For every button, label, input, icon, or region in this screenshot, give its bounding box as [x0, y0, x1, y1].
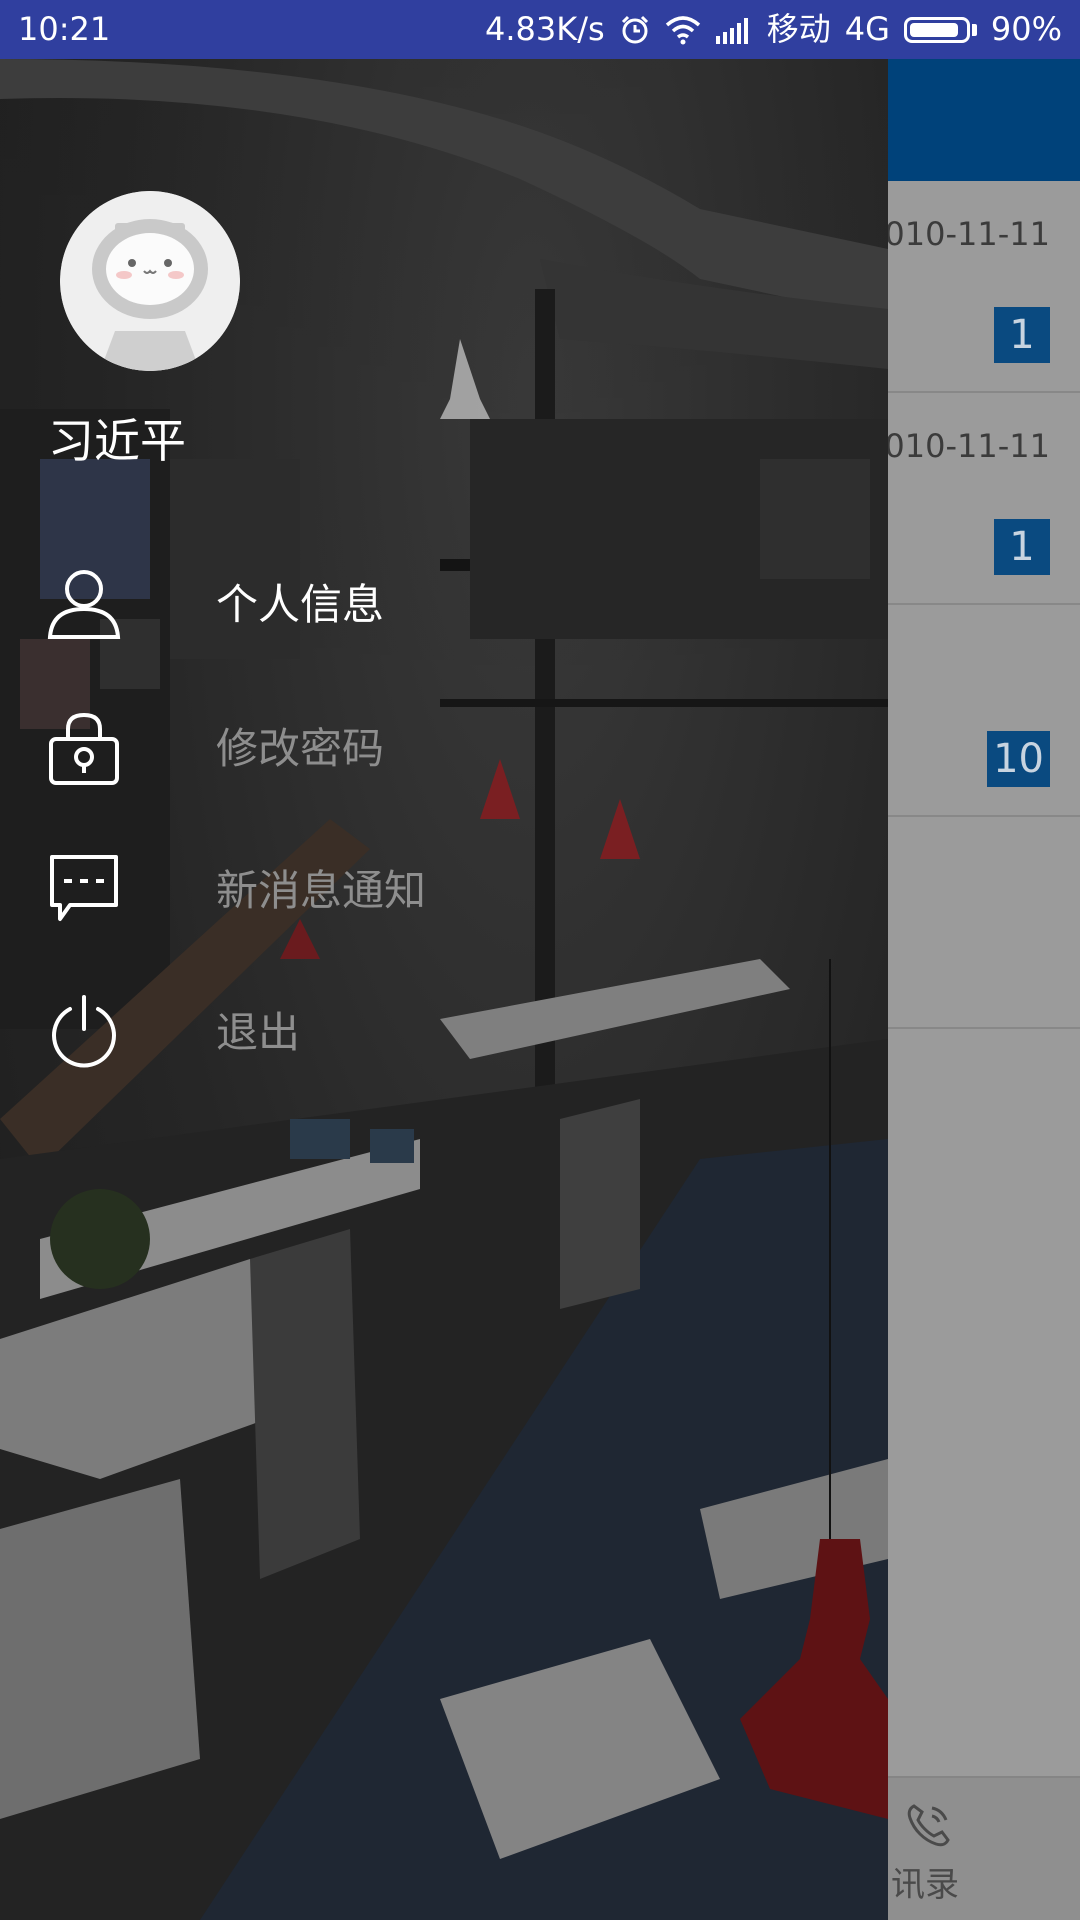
user-avatar[interactable] [60, 191, 240, 371]
signal-icon [715, 16, 753, 44]
unread-badge: 1 [994, 307, 1050, 363]
network-speed: 4.83K/s [485, 10, 605, 48]
menu-item-label: 退出 [216, 1008, 301, 1057]
menu-item-profile[interactable]: 个人信息 [0, 545, 888, 665]
battery-percent: 90% [990, 10, 1062, 48]
menu-item-logout[interactable]: 退出 [0, 973, 888, 1093]
battery-icon [903, 16, 977, 43]
lock-icon [46, 709, 122, 785]
message-icon [46, 851, 122, 927]
status-right: 4.83K/s 移动 4G 90% [485, 0, 1062, 59]
status-time: 10:21 [18, 10, 111, 48]
menu-item-label: 个人信息 [216, 580, 385, 629]
user-name: 习近平 [48, 414, 186, 468]
alarm-icon [619, 14, 651, 46]
menu-item-label: 新消息通知 [216, 866, 427, 915]
menu-item-label: 修改密码 [216, 724, 385, 773]
list-item-date: 2010-11-11 [864, 427, 1050, 465]
power-icon [46, 993, 122, 1069]
carrier-name: 移动 [766, 10, 831, 48]
unread-badge: 10 [987, 731, 1050, 787]
navigation-drawer: 习近平 个人信息 修改密码 新消息通知 退出 [0, 59, 888, 1920]
robot-avatar-icon [60, 191, 240, 371]
status-bar: 10:21 4.83K/s 移动 4G 90% [0, 0, 1080, 59]
wifi-icon [665, 15, 701, 45]
network-type: 4G [844, 10, 890, 48]
unread-badge: 1 [994, 519, 1050, 575]
phone-icon [907, 1804, 950, 1847]
menu-item-notifications[interactable]: 新消息通知 [0, 831, 888, 951]
menu-item-change-password[interactable]: 修改密码 [0, 689, 888, 809]
list-item-date: 2010-11-11 [864, 215, 1050, 253]
user-icon [46, 565, 122, 641]
